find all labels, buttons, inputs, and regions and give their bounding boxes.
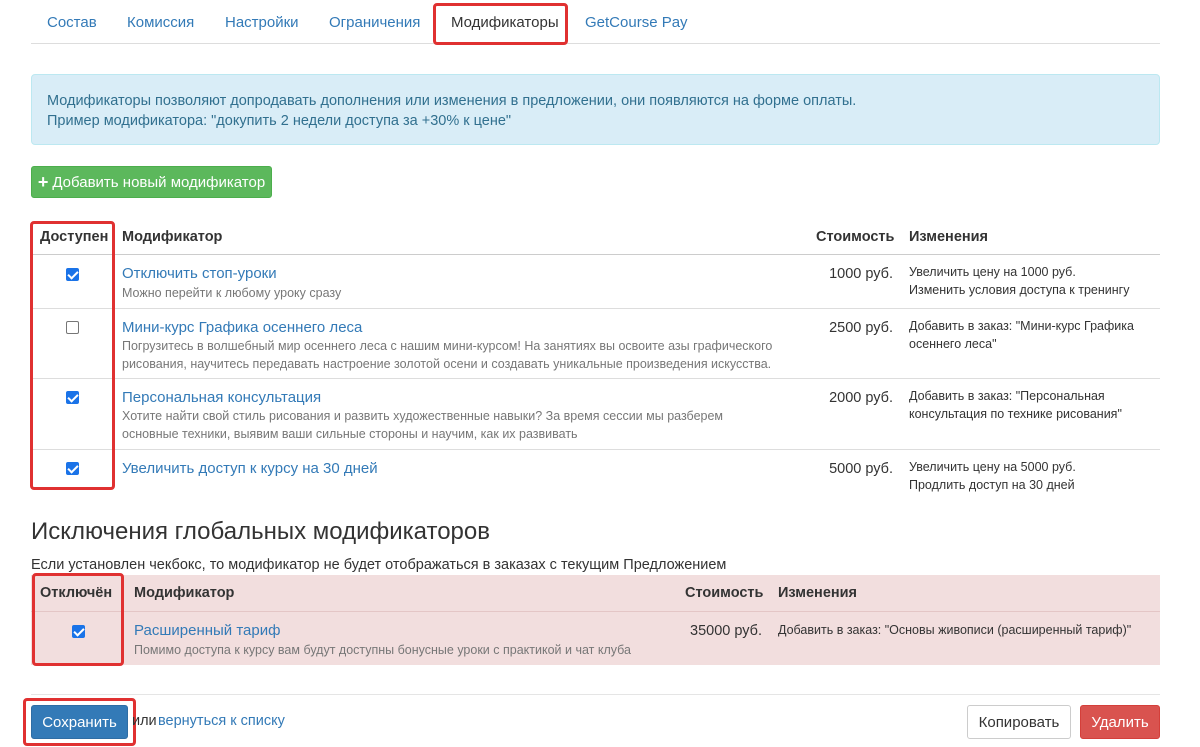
info-line-1: Модификаторы позволяют допродавать допол… (47, 93, 857, 109)
tab-restrictions[interactable]: Ограничения (329, 14, 420, 31)
th-modifier: Модификатор (122, 229, 223, 245)
disabled-checkbox[interactable] (72, 625, 85, 638)
save-button[interactable]: Сохранить (31, 705, 128, 739)
th-changes: Изменения (778, 585, 858, 601)
modifier-description: Можно перейти к любому уроку сразу (122, 286, 342, 300)
modifier-changes: Добавить в заказ: "Персональная консульт… (909, 387, 1159, 423)
modifier-changes: Увеличить цену на 5000 руб. Продлить дос… (909, 458, 1159, 494)
modifier-description: Помимо доступа к курсу вам будут доступн… (134, 643, 631, 657)
change-line: Продлить доступ на 30 дней (909, 478, 1075, 492)
info-line-2: Пример модификатора: "докупить 2 недели … (47, 113, 512, 129)
available-checkbox[interactable] (66, 391, 79, 404)
th-changes: Изменения (909, 229, 989, 245)
exclusions-header-divider (31, 611, 1160, 612)
modifier-changes: Добавить в заказ: "Основы живописи (расш… (778, 623, 1132, 637)
change-line: Добавить в заказ: "Мини-курс Графика (909, 319, 1134, 333)
or-text: или (132, 713, 157, 729)
change-line: Изменить условия доступа к тренингу (909, 283, 1130, 297)
row-divider (31, 449, 1160, 450)
th-modifier: Модификатор (134, 585, 235, 601)
modifier-changes: Добавить в заказ: "Мини-курс Графика осе… (909, 317, 1159, 353)
add-modifier-label: Добавить новый модификатор (52, 173, 266, 191)
modifier-link[interactable]: Увеличить доступ к курсу на 30 дней (122, 460, 378, 477)
tab-commission[interactable]: Комиссия (127, 14, 194, 31)
info-alert: Модификаторы позволяют допродавать допол… (31, 74, 1160, 145)
modifier-changes: Увеличить цену на 1000 руб. Изменить усл… (909, 263, 1159, 299)
add-modifier-button[interactable]: + Добавить новый модификатор (31, 166, 272, 198)
delete-button[interactable]: Удалить (1080, 705, 1160, 739)
th-disabled: Отключён (40, 585, 113, 601)
tab-modifiers[interactable]: Модификаторы (451, 14, 559, 31)
tab-settings[interactable]: Настройки (225, 14, 299, 31)
row-divider (31, 378, 1160, 379)
th-available: Доступен (40, 229, 109, 245)
modifier-price: 35000 руб. (690, 623, 762, 639)
tab-bar: Состав Комиссия Настройки Ограничения Мо… (31, 0, 1160, 44)
row-divider (31, 308, 1160, 309)
th-cost: Стоимость (816, 229, 895, 245)
change-line: Добавить в заказ: "Персональная (909, 389, 1105, 403)
modifier-price: 2000 руб. (829, 390, 893, 406)
copy-button[interactable]: Копировать (967, 705, 1071, 739)
modifier-description: Хотите найти свой стиль рисования и разв… (122, 409, 724, 441)
modifier-price: 1000 руб. (829, 266, 893, 282)
section-title: Исключения глобальных модификаторов (31, 518, 490, 545)
section-subtitle: Если установлен чекбокс, то модификатор … (31, 557, 727, 573)
available-checkbox[interactable] (66, 268, 79, 281)
modifier-price: 5000 руб. (829, 461, 893, 477)
modifier-price: 2500 руб. (829, 320, 893, 336)
available-checkbox[interactable] (66, 462, 79, 475)
th-cost: Стоимость (685, 585, 764, 601)
back-to-list-link[interactable]: вернуться к списку (158, 713, 285, 729)
plus-icon: + (37, 172, 49, 192)
modifier-link[interactable]: Расширенный тариф (134, 622, 280, 639)
available-checkbox[interactable] (66, 321, 79, 334)
modifier-link[interactable]: Отключить стоп-уроки (122, 265, 277, 282)
change-line: консультация по технике рисования" (909, 407, 1122, 421)
change-line: Увеличить цену на 1000 руб. (909, 265, 1076, 279)
change-line: Увеличить цену на 5000 руб. (909, 460, 1076, 474)
modifier-link[interactable]: Мини-курс Графика осеннего леса (122, 319, 362, 336)
footer-divider (31, 694, 1160, 695)
tab-getcourse-pay[interactable]: GetCourse Pay (585, 14, 688, 31)
change-line: осеннего леса" (909, 337, 997, 351)
modifier-description: Погрузитесь в волшебный мир осеннего лес… (122, 339, 773, 371)
modifier-link[interactable]: Персональная консультация (122, 389, 321, 406)
tab-composition[interactable]: Состав (47, 14, 97, 31)
table-header-divider (31, 254, 1160, 255)
